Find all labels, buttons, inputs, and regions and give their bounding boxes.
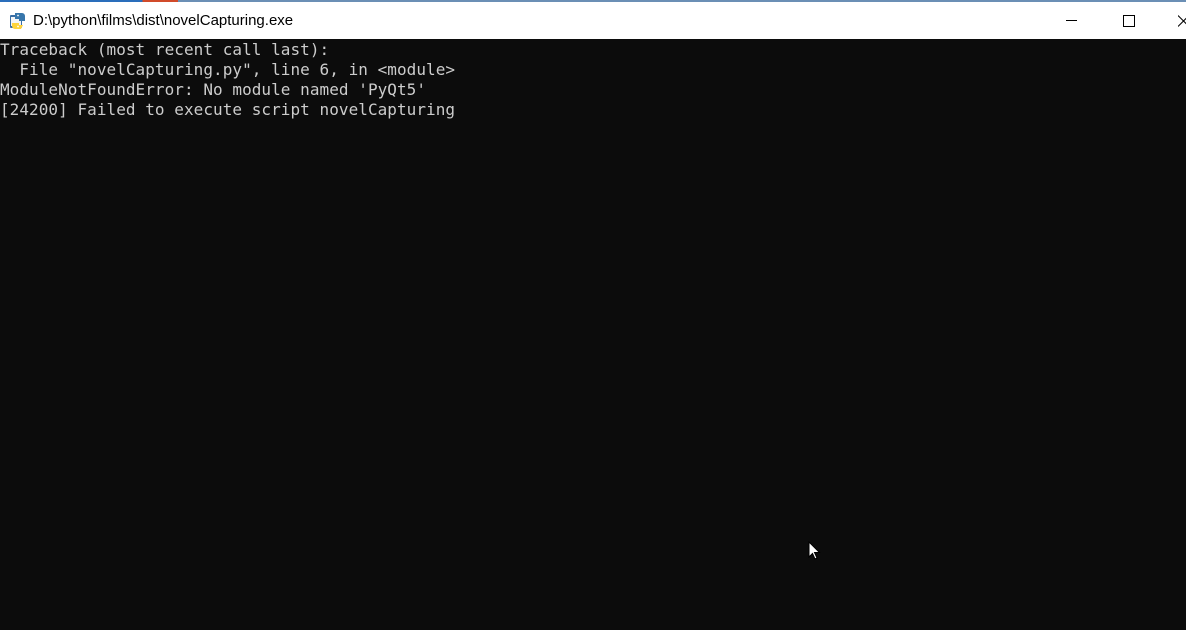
window-title: D:\python\films\dist\novelCapturing.exe	[33, 12, 294, 29]
maximize-icon	[1123, 14, 1135, 27]
maximize-button[interactable]	[1100, 2, 1158, 39]
console-line: File "novelCapturing.py", line 6, in <mo…	[0, 60, 456, 79]
console-line: [24200] Failed to execute script novelCa…	[0, 100, 456, 119]
console-window: D:\python\films\dist\novelCapturing.exe …	[0, 0, 1186, 630]
close-button[interactable]	[1158, 2, 1186, 39]
window-controls	[1042, 2, 1186, 39]
console-line: ModuleNotFoundError: No module named 'Py…	[0, 80, 427, 99]
mouse-pointer-icon	[808, 540, 822, 561]
minimize-icon	[1065, 15, 1077, 26]
python-app-icon[interactable]	[9, 12, 27, 30]
console-line: Traceback (most recent call last):	[0, 40, 330, 59]
console-output[interactable]: Traceback (most recent call last): File …	[0, 40, 1186, 630]
close-icon	[1178, 14, 1186, 27]
title-bar[interactable]: D:\python\films\dist\novelCapturing.exe	[0, 2, 1186, 39]
minimize-button[interactable]	[1042, 2, 1100, 39]
